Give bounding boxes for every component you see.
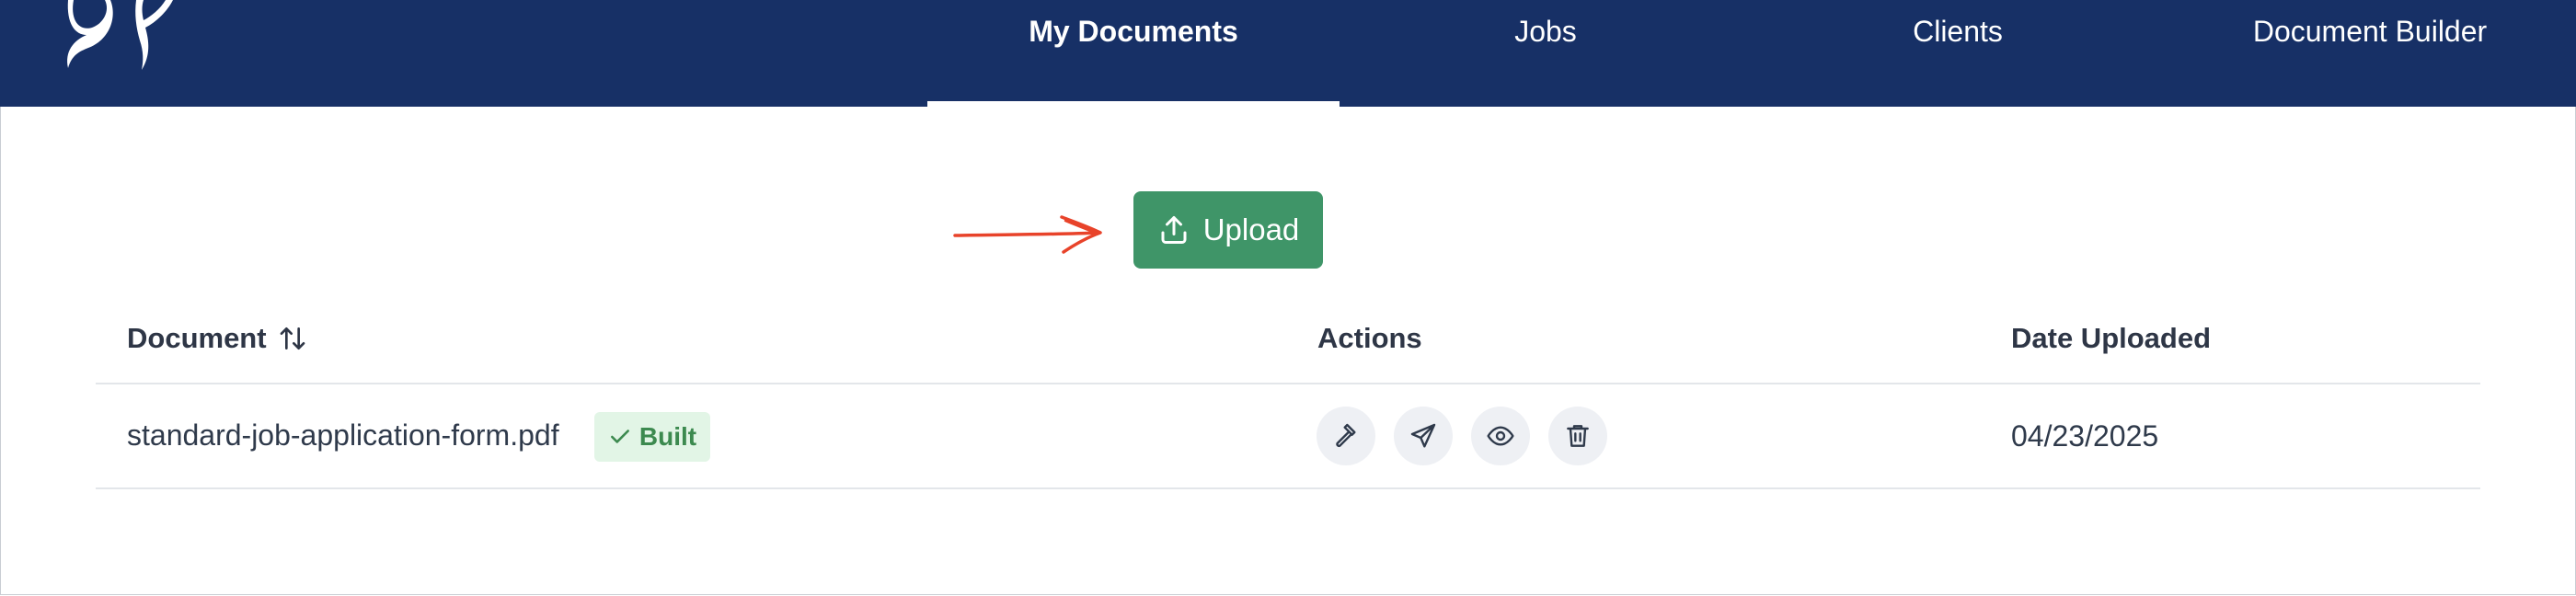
document-filename[interactable]: standard-job-application-form.pdf (127, 418, 559, 453)
top-navbar: My Documents Jobs Clients Document Build… (0, 0, 2576, 108)
column-header-date-uploaded: Date Uploaded (2011, 322, 2211, 355)
active-tab-indicator (927, 101, 1340, 108)
hammer-icon (1336, 423, 1356, 448)
send-icon (1410, 423, 1436, 448)
column-header-date-label: Date Uploaded (2011, 322, 2212, 354)
status-badge-label: Built (638, 422, 697, 451)
upload-button-label: Upload (1202, 212, 1300, 246)
check-icon (610, 430, 629, 443)
column-header-actions: Actions (1317, 322, 1422, 355)
tab-clients[interactable]: Clients (1752, 0, 2164, 103)
upload-icon (1161, 216, 1187, 244)
table-row-divider (96, 487, 2480, 489)
send-action-button[interactable] (1394, 407, 1453, 465)
tab-my-documents[interactable]: My Documents (927, 0, 1340, 103)
table-header-divider (96, 383, 2480, 384)
sort-icon[interactable] (278, 324, 307, 353)
column-header-document-label: Document (127, 322, 267, 354)
column-header-actions-label: Actions (1317, 322, 1422, 354)
eye-icon (1487, 426, 1514, 446)
trash-icon (1567, 425, 1589, 447)
build-action-button[interactable] (1317, 407, 1375, 465)
tab-document-builder[interactable]: Document Builder (2164, 0, 2576, 103)
status-badge: Built (594, 412, 710, 462)
column-header-document[interactable]: Document (127, 322, 307, 355)
tab-jobs[interactable]: Jobs (1340, 0, 1752, 103)
view-action-button[interactable] (1471, 407, 1530, 465)
annotation-arrow-icon (953, 215, 1102, 254)
delete-action-button[interactable] (1548, 407, 1607, 465)
logo-icon[interactable] (55, 0, 184, 74)
upload-button[interactable]: Upload (1133, 191, 1323, 269)
date-uploaded: 04/23/2025 (2011, 419, 2159, 453)
